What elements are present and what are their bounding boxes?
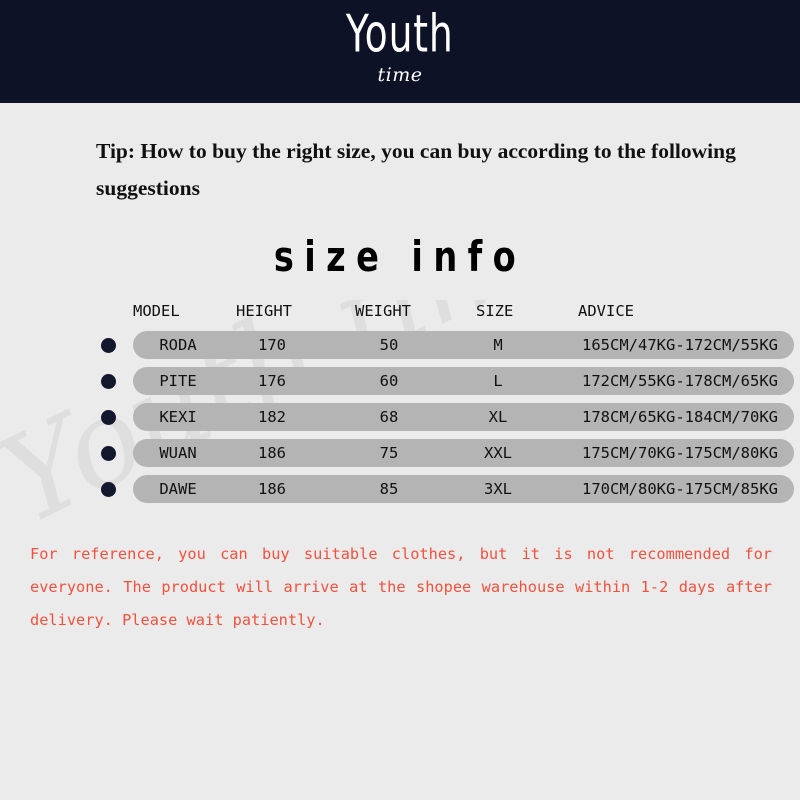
tip-text: Tip: How to buy the right size, you can … — [96, 139, 736, 200]
cell-weight: 85 — [379, 480, 399, 498]
brand-subtitle: time — [377, 64, 423, 86]
table-header-cells: MODEL HEIGHT WEIGHT SIZE ADVICE — [0, 298, 800, 326]
footer-note: For reference, you can buy suitable clot… — [30, 538, 772, 637]
brand-title: Youth — [346, 3, 454, 64]
cell-size: XL — [488, 408, 508, 426]
table-row-cells: KEXI 182 68 XL 178CM/65KG-184CM/70KG — [0, 403, 800, 431]
column-header-height: HEIGHT — [236, 302, 292, 320]
table-row: PITE 176 60 L 172CM/55KG-178CM/65KG — [0, 367, 800, 395]
table-row-cells: RODA 170 50 M 165CM/47KG-172CM/55KG — [0, 331, 800, 359]
cell-height: 182 — [258, 408, 286, 426]
footer-note-text: For reference, you can buy suitable clot… — [30, 545, 772, 629]
cell-model: RODA — [159, 336, 197, 354]
cell-advice: 175CM/70KG-175CM/80KG — [582, 444, 778, 462]
table-row: DAWE 186 85 3XL 170CM/80KG-175CM/85KG — [0, 475, 800, 503]
cell-size: M — [493, 336, 503, 354]
table-header-row: MODEL HEIGHT WEIGHT SIZE ADVICE — [0, 298, 800, 324]
table-row-cells: PITE 176 60 L 172CM/55KG-178CM/65KG — [0, 367, 800, 395]
table-row: RODA 170 50 M 165CM/47KG-172CM/55KG — [0, 331, 800, 359]
size-chart-page: Youth time Youth time Tip: How to buy th… — [0, 0, 800, 800]
table-row-cells: DAWE 186 85 3XL 170CM/80KG-175CM/85KG — [0, 475, 800, 503]
cell-weight: 68 — [379, 408, 399, 426]
cell-weight: 50 — [379, 336, 399, 354]
cell-height: 170 — [258, 336, 286, 354]
column-header-weight: WEIGHT — [355, 302, 411, 320]
cell-model: PITE — [159, 372, 197, 390]
table-row: WUAN 186 75 XXL 175CM/70KG-175CM/80KG — [0, 439, 800, 467]
cell-advice: 165CM/47KG-172CM/55KG — [582, 336, 778, 354]
column-header-advice: ADVICE — [578, 302, 634, 320]
cell-model: KEXI — [159, 408, 197, 426]
cell-advice: 170CM/80KG-175CM/85KG — [582, 480, 778, 498]
column-header-size: SIZE — [476, 302, 514, 320]
cell-model: DAWE — [159, 480, 197, 498]
cell-advice: 178CM/65KG-184CM/70KG — [582, 408, 778, 426]
size-info-heading: size info — [273, 232, 527, 281]
cell-weight: 75 — [379, 444, 399, 462]
table-row: KEXI 182 68 XL 178CM/65KG-184CM/70KG — [0, 403, 800, 431]
cell-height: 176 — [258, 372, 286, 390]
brand-banner: Youth time — [0, 0, 800, 103]
size-table: MODEL HEIGHT WEIGHT SIZE ADVICE RODA 170… — [0, 298, 800, 511]
column-header-model: MODEL — [133, 302, 180, 320]
cell-height: 186 — [258, 444, 286, 462]
cell-size: XXL — [484, 444, 512, 462]
cell-model: WUAN — [159, 444, 197, 462]
cell-height: 186 — [258, 480, 286, 498]
cell-size: L — [493, 372, 503, 390]
cell-advice: 172CM/55KG-178CM/65KG — [582, 372, 778, 390]
cell-weight: 60 — [379, 372, 399, 390]
cell-size: 3XL — [484, 480, 512, 498]
table-row-cells: WUAN 186 75 XXL 175CM/70KG-175CM/80KG — [0, 439, 800, 467]
